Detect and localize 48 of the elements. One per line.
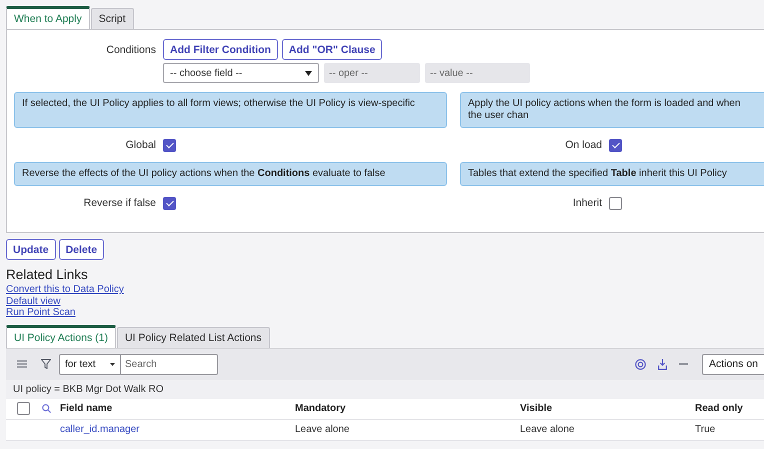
- field-select[interactable]: -- choose field --: [163, 63, 319, 83]
- filter-icon[interactable]: [41, 359, 51, 369]
- caret-icon: [110, 362, 115, 366]
- table-cell-text: Leave alone: [520, 424, 576, 435]
- option-label: Inherit: [572, 197, 602, 209]
- menu-icon[interactable]: [17, 360, 27, 368]
- related-link[interactable]: Convert this to Data Policy: [6, 284, 124, 296]
- record-link[interactable]: caller_id.manager: [60, 424, 140, 435]
- related-link[interactable]: Run Point Scan: [6, 307, 76, 318]
- column-header[interactable]: Field name: [60, 403, 295, 414]
- checkbox[interactable]: [163, 138, 176, 152]
- section-heading: Related Links: [6, 267, 89, 282]
- checkbox[interactable]: [17, 402, 30, 415]
- column-header[interactable]: Read only: [695, 403, 764, 414]
- column-header[interactable]: Visible: [520, 403, 695, 414]
- tab[interactable]: UI Policy Related List Actions: [116, 326, 270, 348]
- option-label: On load: [564, 139, 602, 151]
- checkbox[interactable]: [609, 196, 622, 210]
- table-cell-text: Leave alone: [295, 424, 350, 435]
- checkbox[interactable]: [609, 138, 622, 152]
- tab[interactable]: Script: [90, 8, 134, 29]
- filter-breadcrumb[interactable]: UI policy = BKB Mgr Dot Walk RO: [6, 380, 764, 398]
- help-text: If selected, the UI Policy applies to all form views; otherwise the UI Policy is view-specific: [14, 92, 447, 128]
- download-icon[interactable]: [658, 358, 667, 370]
- tab[interactable]: When to Apply: [6, 6, 90, 29]
- conditions-label: Conditions: [105, 44, 156, 56]
- caret-icon: [305, 70, 312, 76]
- column-header[interactable]: Mandatory: [295, 403, 520, 414]
- help-text: Apply the UI policy actions when the form is loaded and when the user chan: [460, 92, 764, 128]
- search-field[interactable]: Search: [121, 354, 218, 374]
- search-field-select[interactable]: for text: [59, 354, 121, 374]
- condition-button[interactable]: Add Filter Condition: [163, 39, 278, 60]
- form-button[interactable]: Delete: [58, 239, 104, 260]
- operator-field: -- oper --: [324, 63, 420, 83]
- related-link[interactable]: Default view: [6, 296, 60, 307]
- checkbox[interactable]: [163, 196, 176, 210]
- value-field: -- value --: [425, 63, 530, 83]
- tab[interactable]: UI Policy Actions (1): [6, 324, 116, 348]
- table-cell-text: True: [695, 424, 716, 435]
- condition-button[interactable]: Add "OR" Clause: [282, 39, 382, 60]
- actions-select[interactable]: Actions on: [702, 354, 764, 374]
- form-button[interactable]: Update: [6, 239, 56, 260]
- help-text: Reverse the effects of the UI policy actions when the Conditions evaluate to false: [14, 162, 447, 186]
- settings-icon[interactable]: [634, 358, 646, 370]
- help-text: Tables that extend the specified Table inherit this UI Policy: [460, 162, 764, 186]
- option-label: Reverse if false: [82, 197, 156, 209]
- search-icon[interactable]: [42, 404, 51, 413]
- option-label: Global: [124, 139, 156, 151]
